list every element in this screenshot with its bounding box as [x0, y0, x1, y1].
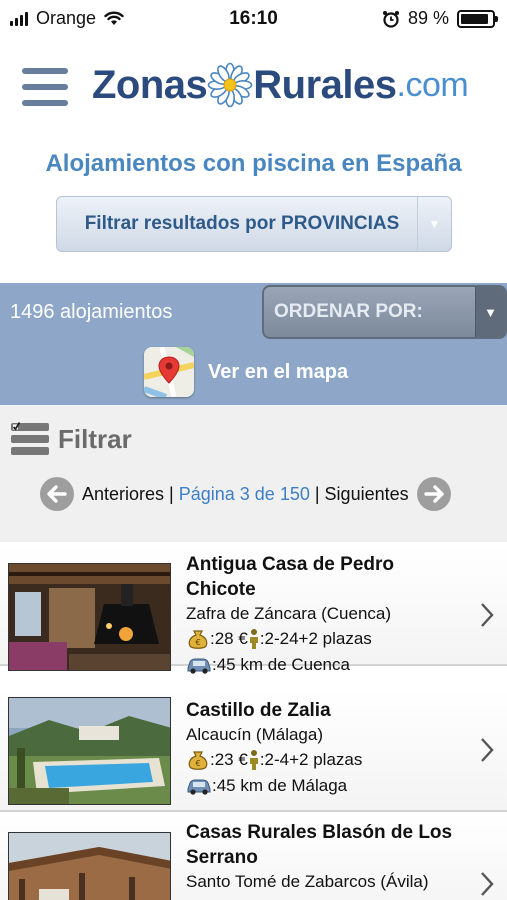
listing-photo: [8, 563, 171, 671]
listing-price: :23 €: [210, 750, 248, 769]
status-bar: Orange 16:10 89 %: [0, 0, 507, 38]
person-icon: [249, 750, 258, 770]
sort-select[interactable]: ORDENAR POR: ▼: [262, 285, 507, 339]
listing-capacity: :2-24+2 plazas: [259, 629, 372, 648]
chevron-right-icon: [481, 738, 494, 762]
listing-distance-row: :45 km de Málaga: [186, 773, 466, 799]
listing-location: Alcaucín (Málaga): [186, 725, 324, 744]
listing-details: € :28 € :2-24+2 plazas: [186, 626, 466, 652]
page-title: Alojamientos con piscina en España: [45, 150, 462, 177]
checklist-icon: [11, 422, 49, 455]
logo-suffix: .com: [396, 65, 469, 104]
listing-title: Castillo de Zalia: [186, 700, 331, 721]
site-header: Zonas Rurales .com: [0, 48, 507, 128]
results-count: 1496 alojamientos: [10, 301, 173, 323]
alarm-icon: [382, 10, 399, 28]
listing-item[interactable]: Castillo de Zalia Alcaucín (Málaga) € :2…: [0, 690, 507, 812]
car-icon: [187, 658, 211, 674]
listing-title: Casas Rurales Blasón de Los Serrano: [186, 822, 453, 868]
pager-separator: |: [169, 483, 174, 504]
menu-icon[interactable]: [22, 68, 68, 106]
pager-separator: |: [314, 483, 320, 504]
listing-info: Antigua Casa de Pedro Chicote Zafra de Z…: [186, 552, 466, 678]
chevron-right-icon: [481, 872, 494, 896]
logo-text-left: Zonas: [92, 62, 208, 107]
battery-percent: 89 %: [407, 8, 449, 28]
status-right: 89 %: [382, 8, 498, 29]
listing-distance: :45 km de Cuenca: [212, 655, 350, 674]
view-map-label: Ver en el mapa: [208, 360, 349, 383]
listing-item[interactable]: Antigua Casa de Pedro Chicote Zafra de Z…: [0, 544, 507, 674]
map-icon: [144, 347, 194, 397]
province-filter-select[interactable]: Filtrar resultados por PROVINCIAS ▼: [56, 196, 452, 252]
chevron-down-icon: ▼: [475, 287, 505, 337]
page-indicator[interactable]: Página 3 de 150: [179, 484, 310, 505]
next-page-link[interactable]: Siguientes: [325, 484, 409, 505]
daisy-logo-icon: [207, 62, 253, 108]
listing-distance: :45 km de Málaga: [212, 776, 348, 795]
car-icon: [187, 779, 211, 795]
filter-button[interactable]: Filtrar: [10, 421, 132, 457]
listing-distance-row: :45 km de Cuenca: [186, 652, 466, 678]
sort-label: ORDENAR POR:: [274, 301, 423, 322]
listing-title: Antigua Casa de Pedro Chicote: [186, 554, 394, 600]
prev-page-link[interactable]: Anteriores: [82, 484, 164, 505]
listing-details: € :23 € :2-4+2 plazas: [186, 747, 466, 773]
logo-text-right: Rurales: [253, 62, 397, 107]
battery-icon: [457, 9, 498, 28]
svg-text:€: €: [195, 759, 200, 768]
chevron-down-icon: ▼: [417, 197, 451, 251]
person-icon: [249, 629, 258, 649]
listing-price: :28 €: [210, 629, 248, 648]
prev-page-icon[interactable]: [40, 477, 74, 511]
results-bar: 1496 alojamientos ORDENAR POR: ▼ Ver en …: [0, 283, 507, 405]
site-logo[interactable]: Zonas Rurales .com: [92, 62, 469, 108]
next-page-icon[interactable]: [416, 477, 451, 511]
pagination: Anteriores | Página 3 de 150 | Siguiente…: [40, 477, 451, 511]
chevron-right-icon: [481, 603, 494, 627]
filter-section: Filtrar Anteriores | Página 3 de 150 | S…: [0, 405, 507, 542]
view-map-button[interactable]: Ver en el mapa: [144, 347, 348, 397]
listing-location: Santo Tomé de Zabarcos (Ávila): [186, 872, 429, 891]
listing-info: Castillo de Zalia Alcaucín (Málaga) € :2…: [186, 698, 466, 799]
listing-photo: [8, 697, 171, 805]
listing-capacity: :2-4+2 plazas: [259, 750, 363, 769]
listing-location: Zafra de Záncara (Cuenca): [186, 604, 392, 623]
listing-photo: [8, 832, 171, 900]
svg-text:€: €: [195, 638, 200, 647]
province-filter-label: Filtrar resultados por PROVINCIAS: [84, 213, 400, 234]
filter-label: Filtrar: [58, 423, 132, 454]
money-bag-icon: €: [188, 751, 208, 770]
listing-item[interactable]: Casas Rurales Blasón de Los Serrano Sant…: [0, 812, 507, 900]
listing-info: Casas Rurales Blasón de Los Serrano Sant…: [186, 820, 466, 894]
money-bag-icon: €: [188, 630, 208, 649]
